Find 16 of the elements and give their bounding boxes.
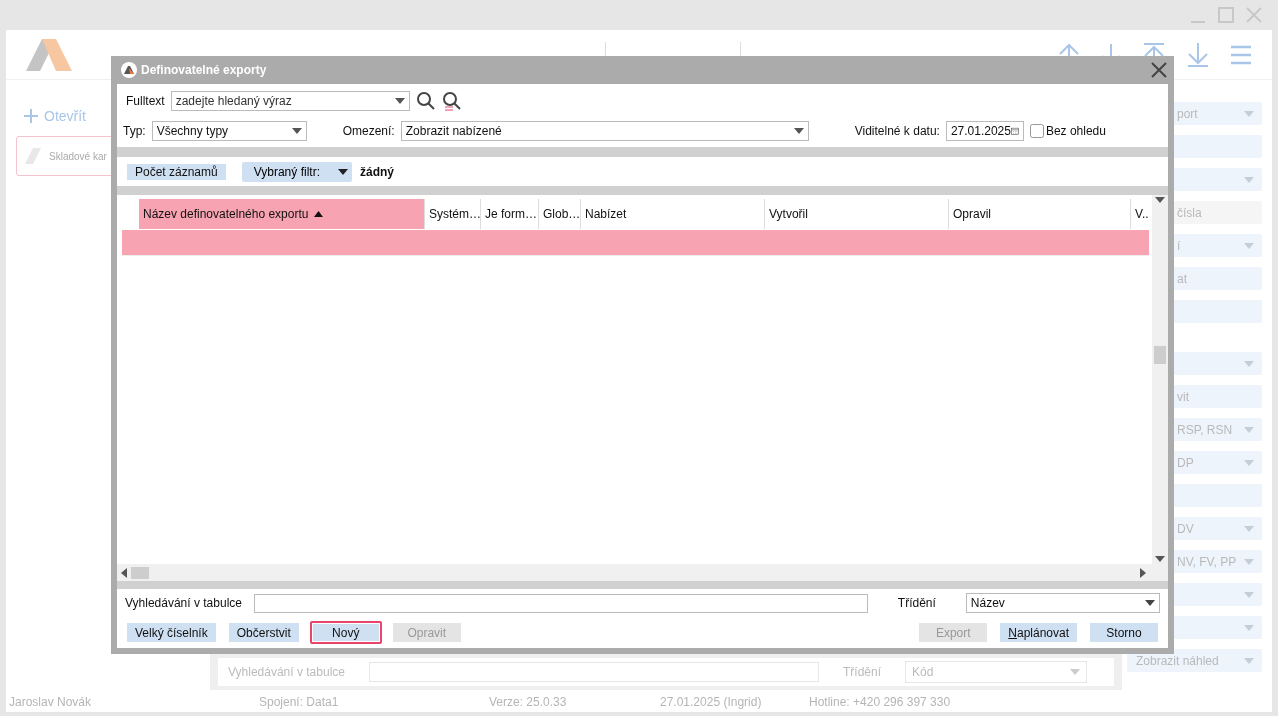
date-label: Viditelné k datu:	[854, 123, 940, 138]
status-text: Jaroslav Novák	[9, 695, 93, 709]
status-text: Hotline: +420 296 397 330	[809, 695, 952, 709]
search-label: Vyhledávání v tabulce	[228, 665, 345, 679]
status-text: Verze: 25.0.33	[489, 695, 568, 709]
fulltext-label: Fulltext	[126, 93, 165, 108]
type-label: Typ:	[123, 123, 146, 138]
restriction-label: Omezení:	[342, 123, 395, 138]
dialog-title: Definovatelné exporty	[141, 63, 267, 77]
search-label: Vyhledávání v tabulce	[125, 596, 242, 610]
status-text: 27.01.2025 (Ingrid)	[660, 695, 763, 709]
status-text: Spojení: Data1	[259, 695, 340, 709]
sort-label: Třídění	[897, 596, 936, 610]
sort-label: Třídění	[842, 665, 881, 679]
filter-value: žádný	[359, 164, 394, 179]
checkbox-label: Bez ohledu	[1045, 123, 1106, 138]
